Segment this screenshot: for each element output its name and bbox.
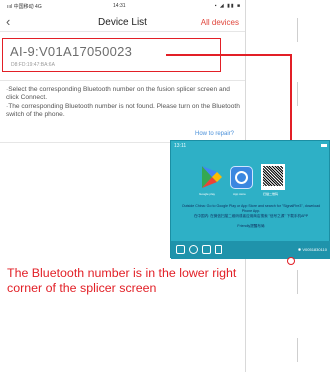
app-download-icons: Google play App store 扫描二维码 bbox=[171, 164, 330, 198]
hint-line-2: ·The corresponding Bluetooth number is n… bbox=[6, 102, 240, 119]
lock-icon bbox=[215, 245, 222, 254]
wechat-caption: 扫描二维码 bbox=[263, 192, 279, 196]
app-store-icon bbox=[230, 166, 253, 189]
app-store-caption: App store bbox=[233, 192, 246, 196]
status-time: 14:31 bbox=[113, 3, 126, 9]
divider bbox=[297, 18, 298, 42]
splicer-instructions: Outside China: Go to Google Play or App … bbox=[179, 204, 323, 219]
status-bar: ıııl 中国移动 4G 14:31 ▪ ◢ ▮▮ ■ bbox=[0, 0, 245, 12]
settings-icon bbox=[189, 245, 198, 254]
carrier-signal: ıııl 中国移动 4G bbox=[7, 4, 42, 10]
info-icon bbox=[202, 245, 211, 254]
splicer-bottom-bar: ✱ V0051830110 bbox=[171, 241, 330, 259]
callout-marker bbox=[287, 257, 295, 265]
qr-code-icon bbox=[261, 164, 285, 190]
divider bbox=[297, 82, 298, 106]
google-play-icon bbox=[202, 166, 222, 188]
callout-caption: The Bluetooth number is in the lower rig… bbox=[7, 266, 237, 295]
nav-bar: ‹ Device List All devices bbox=[0, 12, 245, 32]
status-icons: ▪ ◢ ▮▮ ■ bbox=[214, 3, 241, 9]
instruction-line-1: Outside China: Go to Google Play or App … bbox=[181, 204, 321, 213]
instruction-line-2: 在中国内: 在微信扫描二维码或者应用商店搜索 "信号之源" 下载手机APP bbox=[193, 214, 309, 218]
splicer-screen: 13:11 Google play App store 扫描二维码 Outsid… bbox=[170, 140, 330, 259]
divider bbox=[297, 338, 298, 362]
all-devices-button[interactable]: All devices bbox=[201, 18, 239, 27]
battery-icon bbox=[321, 144, 327, 147]
divider bbox=[0, 142, 170, 143]
keyboard-icon bbox=[176, 245, 185, 254]
device-bluetooth-number: AI-9:V01A17050023 bbox=[10, 44, 133, 59]
device-mac-address: D8:FD:19:47:BA:6A bbox=[11, 62, 55, 68]
connection-hint: ·Select the corresponding Bluetooth numb… bbox=[6, 86, 242, 120]
instruction-line-3: Friendly提醒布局 bbox=[237, 224, 265, 228]
callout-line-horizontal bbox=[166, 54, 291, 56]
splicer-time: 13:11 bbox=[174, 143, 187, 149]
divider bbox=[297, 270, 298, 294]
splicer-bluetooth-number: ✱ V0051830110 bbox=[297, 247, 327, 252]
hint-line-1: ·Select the corresponding Bluetooth numb… bbox=[6, 86, 230, 102]
how-to-repair-link[interactable]: How to repair? bbox=[195, 131, 234, 137]
google-play-caption: Google play bbox=[199, 192, 216, 196]
divider bbox=[0, 80, 245, 81]
